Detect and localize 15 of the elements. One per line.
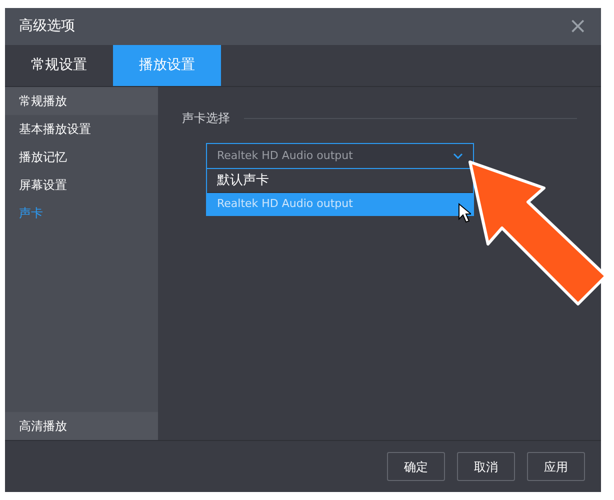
sidebar-item[interactable]: 播放记忆 [5,143,158,171]
sound-card-dropdown[interactable]: Realtek HD Audio output [206,143,474,169]
dropdown-option[interactable]: 默认声卡 [207,169,473,192]
sidebar-item[interactable]: 屏幕设置 [5,171,158,199]
chevron-down-icon [453,153,463,159]
dialog-button[interactable]: 确定 [387,452,445,481]
dialog-button[interactable]: 取消 [457,452,515,481]
section-legend: 声卡选择 [182,109,230,127]
sidebar-item[interactable]: 高清播放 [5,412,158,440]
sidebar-item[interactable]: 基本播放设置 [5,115,158,143]
sidebar-item[interactable]: 常规播放 [5,87,158,115]
dialog-button[interactable]: 应用 [527,452,585,481]
mouse-pointer-icon [458,203,471,223]
tab[interactable]: 常规设置 [5,45,113,86]
window-title: 高级选项 [19,17,75,36]
